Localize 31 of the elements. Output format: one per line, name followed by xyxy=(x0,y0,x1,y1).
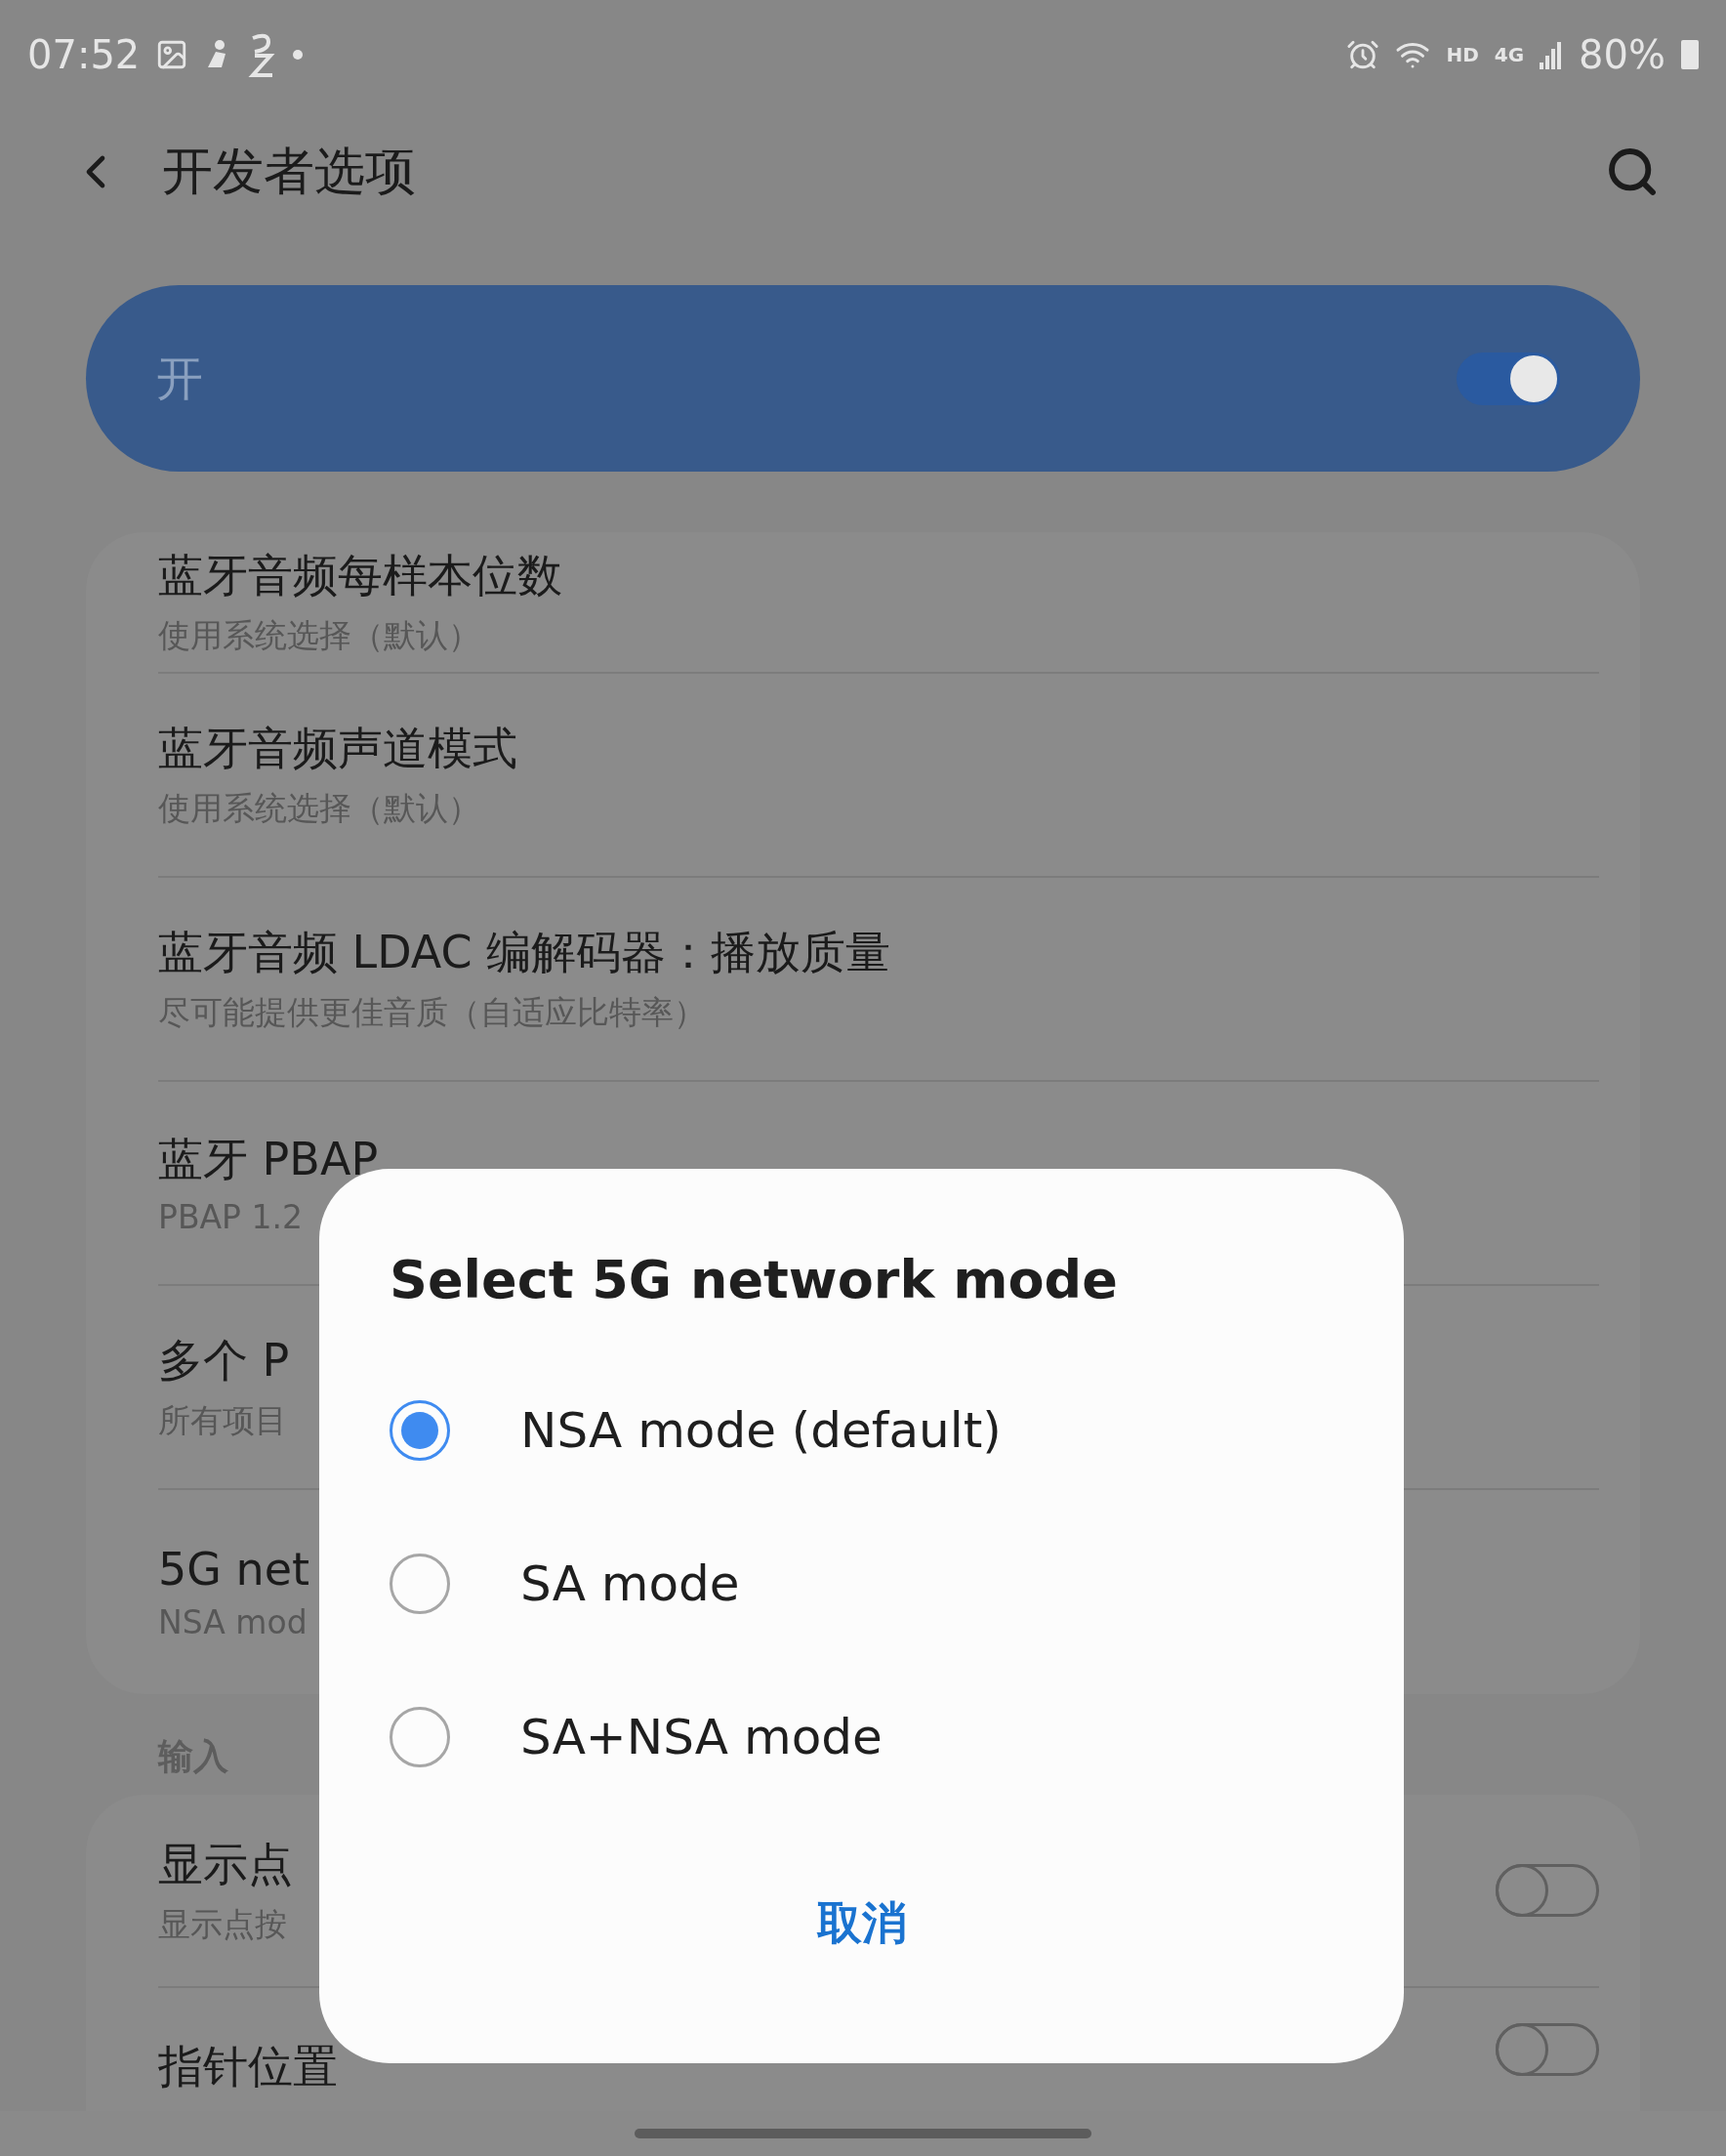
dialog-title: Select 5G network mode xyxy=(390,1249,1118,1310)
toggle-switch[interactable] xyxy=(1496,1864,1599,1917)
item-title[interactable]: 蓝牙 PBAP xyxy=(158,1130,379,1190)
page-title: 开发者选项 xyxy=(162,141,417,202)
cancel-button[interactable]: 取消 xyxy=(787,1884,936,1964)
item-title[interactable]: 蓝牙音频每样本位数 xyxy=(158,546,562,606)
master-switch-bar[interactable]: 开 xyxy=(86,285,1640,472)
option-label[interactable]: SA mode xyxy=(520,1555,740,1612)
battery-icon xyxy=(1681,40,1699,69)
item-title[interactable]: 显示点 xyxy=(158,1834,293,1895)
switch-label: 开 xyxy=(156,349,203,407)
option-label[interactable]: SA+NSA mode xyxy=(520,1708,883,1765)
item-title[interactable]: 指针位置 xyxy=(158,2037,338,2097)
radio-button[interactable] xyxy=(390,1706,450,1767)
toggle-switch[interactable] xyxy=(1496,2023,1599,2076)
item-title[interactable]: 多个 P xyxy=(158,1331,290,1391)
battery-percent: 80% xyxy=(1579,32,1665,77)
dot-icon xyxy=(292,49,305,61)
item-title[interactable]: 蓝牙音频声道模式 xyxy=(158,719,517,779)
radio-button[interactable] xyxy=(390,1399,450,1461)
option-label[interactable]: NSA mode (default) xyxy=(520,1401,1002,1459)
network-label: HD xyxy=(1446,43,1479,66)
radio-button[interactable] xyxy=(390,1553,450,1614)
alarm-icon xyxy=(1346,38,1380,71)
clock-time: 07:52 xyxy=(27,32,141,77)
item-title[interactable]: 5G net xyxy=(158,1543,310,1596)
item-title[interactable]: 蓝牙音频 LDAC 编解码器：播放质量 xyxy=(158,923,891,983)
toggle-switch[interactable] xyxy=(1457,352,1560,405)
home-handle[interactable] xyxy=(635,2129,1091,2138)
signal-label: 4G xyxy=(1494,43,1525,66)
signal-icon xyxy=(1540,40,1564,69)
